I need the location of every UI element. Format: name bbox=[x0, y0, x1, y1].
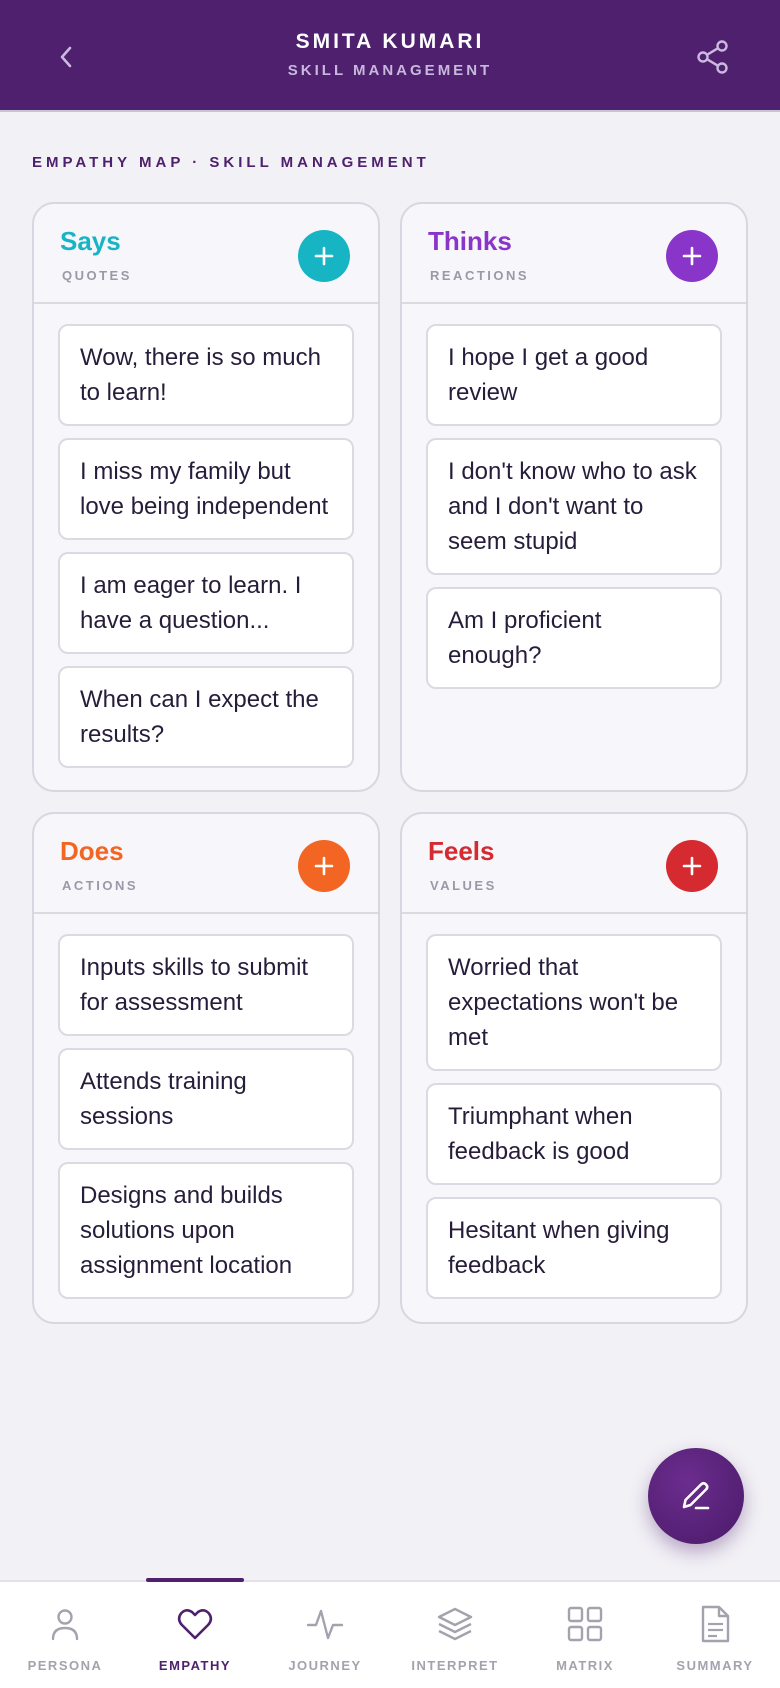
note-card[interactable]: I am eager to learn. I have a question..… bbox=[58, 552, 354, 654]
quadrant-does: Does ACTIONS Inputs skills to submit for… bbox=[32, 812, 380, 1324]
note-card[interactable]: I hope I get a good review bbox=[426, 324, 722, 426]
document-icon bbox=[701, 1605, 730, 1643]
nav-label: INTERPRET bbox=[411, 1658, 499, 1673]
page-subtitle: SKILL MANAGEMENT bbox=[287, 62, 493, 79]
layers-icon bbox=[437, 1607, 473, 1641]
quadrant-subtitle: ACTIONS bbox=[62, 878, 138, 893]
nav-label: EMPATHY bbox=[158, 1658, 232, 1673]
add-does-button[interactable] bbox=[298, 840, 350, 892]
page-title: SMITA KUMARI bbox=[295, 30, 485, 53]
nav-label: MATRIX bbox=[556, 1658, 614, 1673]
note-card[interactable]: When can I expect the results? bbox=[58, 666, 354, 768]
person-icon bbox=[51, 1609, 79, 1641]
quadrant-title: Does bbox=[60, 836, 124, 866]
nav-tab-summary[interactable]: SUMMARY bbox=[650, 1582, 780, 1688]
plus-icon bbox=[314, 856, 334, 876]
back-button[interactable] bbox=[44, 34, 90, 80]
note-card[interactable]: Inputs skills to submit for assessment bbox=[58, 934, 354, 1036]
quadrant-subtitle: VALUES bbox=[430, 878, 497, 893]
quadrant-header: Does ACTIONS bbox=[34, 814, 378, 914]
share-button[interactable] bbox=[688, 32, 738, 82]
quadrant-subtitle: QUOTES bbox=[62, 268, 132, 283]
quadrant-feels: Feels VALUES Worried that expectations w… bbox=[400, 812, 748, 1324]
quadrant-says: Says QUOTES Wow, there is so much to lea… bbox=[32, 202, 380, 792]
note-card[interactable]: I miss my family but love being independ… bbox=[58, 438, 354, 540]
quadrant-title: Says bbox=[60, 226, 121, 256]
quadrant-header: Thinks REACTIONS bbox=[402, 204, 746, 304]
nav-tab-journey[interactable]: JOURNEY bbox=[260, 1582, 390, 1688]
section-label: EMPATHY MAP · SKILL MANAGEMENT bbox=[32, 154, 430, 171]
nav-tab-matrix[interactable]: MATRIX bbox=[520, 1582, 650, 1688]
share-icon bbox=[697, 40, 728, 74]
note-card[interactable]: Am I proficient enough? bbox=[426, 587, 722, 689]
quadrant-title: Thinks bbox=[428, 226, 512, 256]
add-feels-button[interactable] bbox=[666, 840, 718, 892]
note-card[interactable]: I don't know who to ask and I don't want… bbox=[426, 438, 722, 575]
nav-tab-empathy[interactable]: EMPATHY bbox=[130, 1582, 260, 1688]
add-says-button[interactable] bbox=[298, 230, 350, 282]
nav-label: JOURNEY bbox=[288, 1658, 362, 1673]
note-list: I hope I get a good review I don't know … bbox=[402, 304, 746, 689]
plus-icon bbox=[682, 246, 702, 266]
note-list: Inputs skills to submit for assessment A… bbox=[34, 914, 378, 1299]
quadrant-header: Says QUOTES bbox=[34, 204, 378, 304]
chevron-left-icon bbox=[60, 46, 72, 68]
grid-icon bbox=[567, 1606, 603, 1642]
note-card[interactable]: Designs and builds solutions upon assign… bbox=[58, 1162, 354, 1299]
nav-tab-persona[interactable]: PERSONA bbox=[0, 1582, 130, 1688]
nav-label: SUMMARY bbox=[676, 1658, 754, 1673]
note-list: Wow, there is so much to learn! I miss m… bbox=[34, 304, 378, 768]
app-header: SMITA KUMARI SKILL MANAGEMENT bbox=[0, 0, 780, 112]
plus-icon bbox=[314, 246, 334, 266]
note-card[interactable]: Triumphant when feedback is good bbox=[426, 1083, 722, 1185]
nav-tab-interpret[interactable]: INTERPRET bbox=[390, 1582, 520, 1688]
note-card[interactable]: Attends training sessions bbox=[58, 1048, 354, 1150]
add-thinks-button[interactable] bbox=[666, 230, 718, 282]
note-list: Worried that expectations won't be met T… bbox=[402, 914, 746, 1299]
plus-icon bbox=[682, 856, 702, 876]
activity-icon bbox=[306, 1609, 344, 1640]
nav-label: PERSONA bbox=[27, 1658, 103, 1673]
edit-pencil-icon bbox=[682, 1481, 710, 1510]
note-card[interactable]: Hesitant when giving feedback bbox=[426, 1197, 722, 1299]
quadrant-header: Feels VALUES bbox=[402, 814, 746, 914]
note-card[interactable]: Wow, there is so much to learn! bbox=[58, 324, 354, 426]
quadrant-thinks: Thinks REACTIONS I hope I get a good rev… bbox=[400, 202, 748, 792]
note-card[interactable]: Worried that expectations won't be met bbox=[426, 934, 722, 1071]
header-title-group: SMITA KUMARI SKILL MANAGEMENT bbox=[190, 30, 590, 79]
quadrant-title: Feels bbox=[428, 836, 495, 866]
heart-icon bbox=[177, 1609, 213, 1640]
edit-fab-button[interactable] bbox=[648, 1448, 744, 1544]
quadrant-subtitle: REACTIONS bbox=[430, 268, 530, 283]
bottom-nav: PERSONA EMPATHY JOURNEY INTERPRET MATRIX bbox=[0, 1578, 780, 1688]
